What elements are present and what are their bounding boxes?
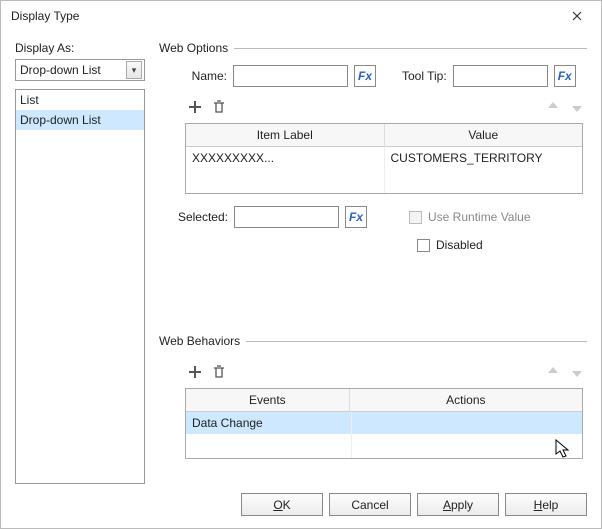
- table-row-empty: [186, 169, 582, 193]
- combo-value: Drop-down List: [20, 63, 126, 77]
- arrow-down-icon: [569, 364, 585, 380]
- arrow-up-icon: [545, 99, 561, 115]
- disabled-label: Disabled: [436, 238, 483, 252]
- group-title: Web Behaviors: [159, 334, 240, 348]
- checkbox-icon: [417, 239, 430, 252]
- move-up-button[interactable]: [543, 362, 563, 382]
- ok-button[interactable]: OK: [241, 493, 323, 516]
- table-row-empty: [186, 434, 582, 458]
- close-icon: [572, 11, 582, 21]
- items-grid[interactable]: Item Label Value XXXXXXXXX... CUSTOMERS_…: [185, 123, 583, 194]
- tooltip-input[interactable]: [453, 65, 548, 87]
- behaviors-grid[interactable]: Events Actions Data Change: [185, 388, 583, 459]
- add-item-button[interactable]: [185, 97, 205, 117]
- delete-behavior-button[interactable]: [209, 362, 229, 382]
- name-label: Name:: [177, 69, 227, 83]
- cell-value: CUSTOMERS_TERRITORY: [385, 147, 583, 169]
- table-row[interactable]: XXXXXXXXX... CUSTOMERS_TERRITORY: [186, 147, 582, 169]
- disabled-checkbox[interactable]: Disabled: [417, 238, 587, 252]
- cell-event: Data Change: [186, 412, 352, 434]
- move-down-button[interactable]: [567, 97, 587, 117]
- selected-label: Selected:: [173, 210, 228, 224]
- cell-item-label: XXXXXXXXX...: [186, 147, 385, 169]
- trash-icon: [211, 364, 227, 380]
- apply-button[interactable]: Apply: [417, 493, 499, 516]
- col-header: Value: [385, 124, 583, 147]
- selected-fx-button[interactable]: Fx: [345, 206, 367, 228]
- add-behavior-button[interactable]: [185, 362, 205, 382]
- title-bar: Display Type: [1, 1, 601, 31]
- display-as-combo[interactable]: Drop-down List ▾: [15, 59, 145, 81]
- group-title: Web Options: [159, 41, 228, 55]
- dialog-buttons: OK Cancel Apply Help: [15, 483, 587, 516]
- list-item[interactable]: List: [16, 90, 144, 110]
- plus-icon: [187, 99, 203, 115]
- col-header: Item Label: [186, 124, 385, 147]
- tooltip-fx-button[interactable]: Fx: [554, 65, 576, 87]
- web-options-header: Web Options: [159, 41, 587, 55]
- col-header: Events: [186, 389, 350, 412]
- trash-icon: [211, 99, 227, 115]
- arrow-up-icon: [545, 364, 561, 380]
- display-as-list[interactable]: List Drop-down List: [15, 89, 145, 484]
- chevron-down-icon: ▾: [126, 61, 142, 79]
- plus-icon: [187, 364, 203, 380]
- window-title: Display Type: [11, 9, 557, 23]
- move-up-button[interactable]: [543, 97, 563, 117]
- list-item[interactable]: Drop-down List: [16, 110, 144, 130]
- tooltip-label: Tool Tip:: [402, 69, 447, 83]
- close-button[interactable]: [557, 2, 597, 30]
- name-input[interactable]: [233, 65, 348, 87]
- cell-action[interactable]: [352, 412, 582, 434]
- checkbox-icon: [409, 211, 422, 224]
- cancel-button[interactable]: Cancel: [329, 493, 411, 516]
- col-header: Actions: [350, 389, 582, 412]
- display-as-label: Display As:: [15, 41, 145, 55]
- use-runtime-checkbox: Use Runtime Value: [409, 210, 531, 224]
- delete-item-button[interactable]: [209, 97, 229, 117]
- move-down-button[interactable]: [567, 362, 587, 382]
- arrow-down-icon: [569, 99, 585, 115]
- help-button[interactable]: Help: [505, 493, 587, 516]
- name-fx-button[interactable]: Fx: [354, 65, 376, 87]
- use-runtime-label: Use Runtime Value: [428, 210, 531, 224]
- web-behaviors-header: Web Behaviors: [159, 334, 587, 348]
- table-row[interactable]: Data Change: [186, 412, 582, 434]
- selected-input[interactable]: [234, 206, 339, 228]
